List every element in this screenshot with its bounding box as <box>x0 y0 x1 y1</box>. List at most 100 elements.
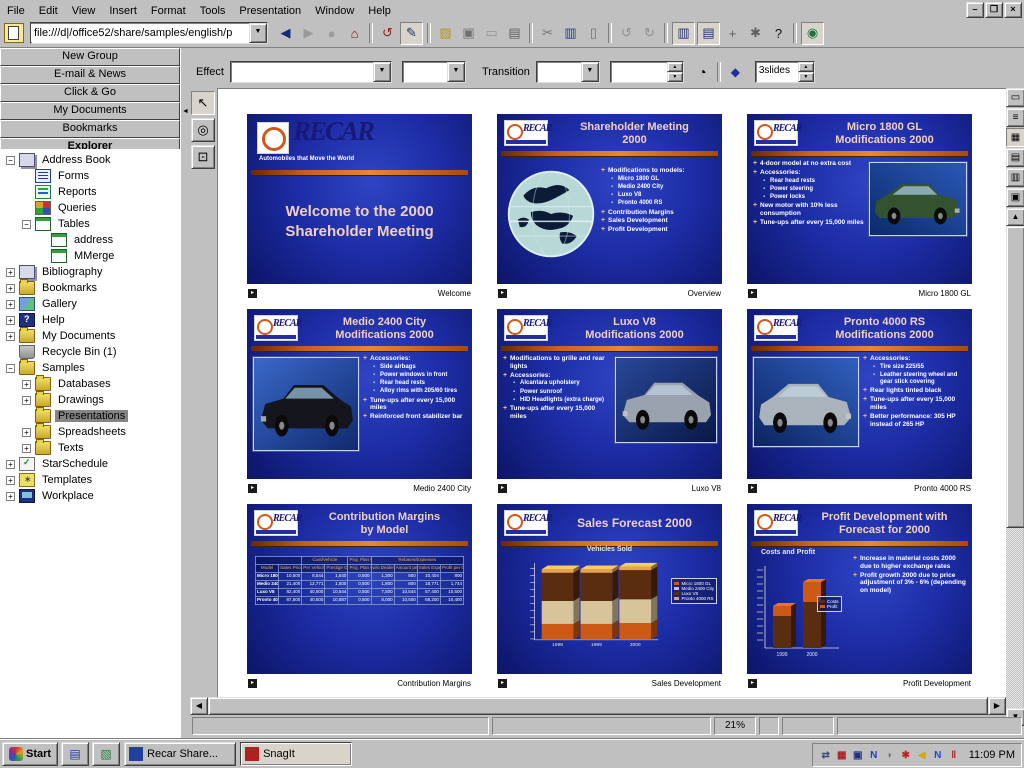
netscape-icon[interactable]: N <box>867 748 881 762</box>
transition-indicator-icon[interactable]: ▸ <box>748 484 757 493</box>
expander-plus-icon[interactable]: + <box>22 380 31 389</box>
transition-indicator-icon[interactable]: ▸ <box>498 289 507 298</box>
insert-icon[interactable]: + <box>722 23 743 44</box>
expander-plus-icon[interactable]: + <box>22 396 31 405</box>
copy-icon[interactable]: ▥ <box>560 23 581 44</box>
task-button-snagit[interactable]: SnagIt <box>240 742 352 766</box>
tree-item-starschedule[interactable]: +StarSchedule <box>0 456 180 472</box>
tree-item-bibliography[interactable]: +Bibliography <box>0 264 180 280</box>
expander-plus-icon[interactable]: + <box>6 300 15 309</box>
close-button[interactable]: × <box>1004 2 1022 18</box>
undo-icon[interactable]: ↺ <box>616 23 637 44</box>
slide-thumbnail-pronto-4000-rs[interactable]: RECARPronto 4000 RSModifications 2000 +A… <box>747 309 972 479</box>
expander-minus-icon[interactable]: − <box>6 364 15 373</box>
restore-button[interactable]: ❐ <box>985 2 1003 18</box>
help-agent-icon[interactable]: ? <box>768 23 789 44</box>
outline-view-button[interactable]: ≡ <box>1006 108 1024 127</box>
cut-icon[interactable]: ✂ <box>537 23 558 44</box>
effects-window-icon[interactable]: ◆ <box>725 62 746 83</box>
slide-thumbnail-overview[interactable]: RECARShareholder Meeting2000 +Modificati… <box>497 114 722 284</box>
sidebar-button-my-documents[interactable]: My Documents <box>0 102 180 120</box>
tree-item-spreadsheets[interactable]: +Spreadsheets <box>0 424 180 440</box>
splitter-collapse-icon[interactable]: ◄ <box>182 108 189 115</box>
time-spin-up[interactable]: ▲ <box>667 62 683 72</box>
tree-item-forms[interactable]: Forms <box>0 168 180 184</box>
transition-time-field[interactable]: ▲▼ <box>610 61 684 83</box>
slide-thumbnail-contribution-margins[interactable]: RECARContribution Marginsby ModelCost/Ve… <box>247 504 472 674</box>
slide-thumbnail-welcome[interactable]: RECARAutomobiles that Move the WorldWelc… <box>247 114 472 284</box>
modem-status-icon[interactable]: ‖ <box>947 748 961 762</box>
expander-plus-icon[interactable]: + <box>22 428 31 437</box>
effect-dropdown[interactable]: ▼ <box>230 61 392 83</box>
effect-speed-dropdown-arrow[interactable]: ▼ <box>447 62 465 82</box>
minimize-button[interactable]: – <box>966 2 984 18</box>
tree-item-texts[interactable]: +Texts <box>0 440 180 456</box>
slide-thumbnail-medio-2400-city[interactable]: RECARMedio 2400 CityModifications 2000 +… <box>247 309 472 479</box>
paste-icon[interactable]: ▯ <box>583 23 604 44</box>
transition-indicator-icon[interactable]: ▸ <box>748 679 757 688</box>
transition-indicator-icon[interactable]: ▸ <box>498 484 507 493</box>
transition-indicator-icon[interactable]: ▸ <box>248 289 257 298</box>
tree-item-my-documents[interactable]: +My Documents <box>0 328 180 344</box>
expander-plus-icon[interactable]: + <box>22 444 31 453</box>
forward-icon[interactable]: ▶ <box>298 23 319 44</box>
effect-dropdown-arrow[interactable]: ▼ <box>373 62 391 82</box>
drawing-view-button[interactable]: ▭ <box>1006 88 1024 107</box>
tree-item-reports[interactable]: Reports <box>0 184 180 200</box>
save-document-icon[interactable]: ▣ <box>458 23 479 44</box>
expander-plus-icon[interactable]: + <box>6 268 15 277</box>
expander-plus-icon[interactable]: + <box>6 284 15 293</box>
sidebar-button-e-mail-news[interactable]: E-mail & News <box>0 66 180 84</box>
handout-view-button[interactable]: ▥ <box>1006 168 1024 187</box>
expander-minus-icon[interactable]: − <box>6 156 15 165</box>
transition-dropdown[interactable]: ▼ <box>536 61 600 83</box>
tree-item-drawings[interactable]: +Drawings <box>0 392 180 408</box>
slide-thumbnail-luxo-v8[interactable]: RECARLuxo V8Modifications 2000 +Modifica… <box>497 309 722 479</box>
dialup-networking-icon[interactable]: ⇄ <box>819 748 833 762</box>
document-quicklaunch-icon[interactable]: ▤ <box>61 742 89 766</box>
reload-icon[interactable]: ↺ <box>377 23 398 44</box>
slides-spin-down[interactable]: ▼ <box>798 72 814 82</box>
tree-item-workplace[interactable]: +Workplace <box>0 488 180 504</box>
vertical-scroll-track[interactable] <box>1006 528 1023 708</box>
slide-thumbnail-micro-1800-gl[interactable]: RECARMicro 1800 GLModifications 2000 +4-… <box>747 114 972 284</box>
tree-item-databases[interactable]: +Databases <box>0 376 180 392</box>
transition-indicator-icon[interactable]: ▸ <box>748 289 757 298</box>
cpu-fan-icon[interactable]: ✱ <box>899 748 913 762</box>
transition-dropdown-arrow[interactable]: ▼ <box>581 62 599 82</box>
new-document-icon[interactable] <box>4 23 24 43</box>
start-button[interactable]: Start <box>2 742 58 766</box>
menu-item-edit[interactable]: Edit <box>32 3 65 19</box>
expander-plus-icon[interactable]: + <box>6 476 15 485</box>
menu-item-tools[interactable]: Tools <box>193 3 233 19</box>
send-mail-icon[interactable]: ▭ <box>481 23 502 44</box>
stop-icon[interactable]: ● <box>321 23 342 44</box>
zoom-level[interactable]: 21% <box>714 717 756 735</box>
expander-plus-icon[interactable]: + <box>6 460 15 469</box>
tree-item-help[interactable]: +Help <box>0 312 180 328</box>
expander-plus-icon[interactable]: + <box>6 316 15 325</box>
start-presentation-button[interactable]: ▣ <box>1006 188 1024 207</box>
scroll-left-icon[interactable]: ◀ <box>190 697 208 715</box>
horizontal-scrollbar[interactable]: ◀ ▶ <box>190 697 1006 713</box>
slides-spin-up[interactable]: ▲ <box>798 62 814 72</box>
display-settings-icon[interactable]: ▣ <box>851 748 865 762</box>
task-button-recar-share[interactable]: Recar Share... <box>124 742 236 766</box>
menu-item-help[interactable]: Help <box>361 3 398 19</box>
explorer-toggle-icon[interactable]: ▥ <box>672 22 695 45</box>
beamer-toggle-icon[interactable]: ▤ <box>697 22 720 45</box>
slide-thumbnail-profit-development[interactable]: RECARProfit Development withForecast for… <box>747 504 972 674</box>
slide-sorter-canvas[interactable]: RECARAutomobiles that Move the WorldWelc… <box>217 88 1007 698</box>
sidebar-button-bookmarks[interactable]: Bookmarks <box>0 120 180 138</box>
menu-item-format[interactable]: Format <box>144 3 193 19</box>
menu-item-view[interactable]: View <box>65 3 103 19</box>
preview-clock-icon[interactable]: ◔ <box>692 62 713 83</box>
tree-item-recycle-bin-1[interactable]: Recycle Bin (1) <box>0 344 180 360</box>
tree-item-mmerge[interactable]: MMerge <box>0 248 180 264</box>
tree-item-presentations[interactable]: Presentations <box>0 408 180 424</box>
home-icon[interactable]: ⌂ <box>344 23 365 44</box>
select-pointer-icon[interactable]: ↖ <box>191 91 215 115</box>
transition-indicator-icon[interactable]: ▸ <box>498 679 507 688</box>
horizontal-scroll-thumb[interactable] <box>208 697 988 715</box>
menu-item-window[interactable]: Window <box>308 3 361 19</box>
